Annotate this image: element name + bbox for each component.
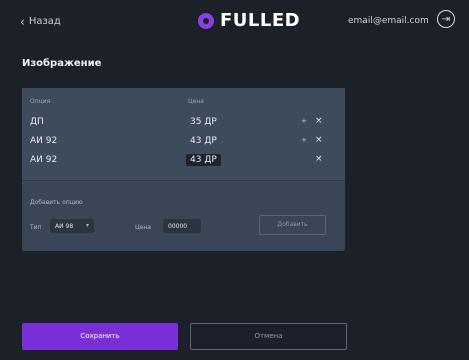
remove-option-button[interactable]: × [315, 154, 323, 164]
price-input[interactable]: 00000 [163, 219, 201, 233]
list-item: АИ 92 43 ДР + × [22, 134, 345, 150]
options-panel: Опция Цена ДП 35 ДР + × АИ 92 43 ДР + × … [22, 88, 345, 251]
save-button[interactable]: Сохранить [22, 323, 178, 350]
price-label: Цена [135, 224, 151, 231]
user-email: email@email.com [348, 16, 429, 26]
column-header-price: Цена [188, 98, 204, 105]
type-select-value: АИ 98 [55, 223, 74, 230]
back-button[interactable]: ‹ Назад [20, 14, 61, 29]
back-label: Назад [28, 16, 61, 27]
cancel-button[interactable]: Отмена [190, 323, 347, 350]
option-price-input[interactable]: 43 ДР [186, 154, 221, 166]
type-select[interactable]: АИ 98 ▾ [50, 219, 94, 233]
options-list: Опция Цена ДП 35 ДР + × АИ 92 43 ДР + × … [22, 88, 345, 180]
divider [22, 180, 345, 181]
option-name: АИ 92 [30, 155, 58, 165]
top-bar: ‹ Назад FULLED email@email.com ⇥ [0, 0, 469, 44]
add-option-title: Добавить опцию [30, 199, 83, 206]
option-price[interactable]: 43 ДР [186, 135, 221, 147]
remove-option-button[interactable]: × [315, 135, 323, 145]
logo-mark-icon [198, 12, 214, 29]
chevron-left-icon: ‹ [20, 14, 25, 29]
list-item: АИ 92 43 ДР × [22, 153, 345, 169]
type-label: Тип [30, 224, 42, 231]
option-name: АИ 92 [30, 136, 58, 146]
page-title: Изображение [22, 58, 102, 69]
chevron-down-icon: ▾ [85, 222, 89, 229]
logo-text: FULLED [220, 10, 301, 31]
drag-handle-icon[interactable]: + [301, 117, 307, 125]
option-price[interactable]: 35 ДР [186, 116, 221, 128]
column-header-name: Опция [30, 98, 51, 105]
remove-option-button[interactable]: × [315, 116, 323, 126]
logo: FULLED [198, 10, 300, 31]
add-option-button[interactable]: Добавить [259, 215, 326, 235]
logout-icon[interactable]: ⇥ [437, 10, 455, 28]
list-item: ДП 35 ДР + × [22, 115, 345, 131]
drag-handle-icon[interactable]: + [301, 136, 307, 144]
option-name: ДП [30, 117, 44, 127]
